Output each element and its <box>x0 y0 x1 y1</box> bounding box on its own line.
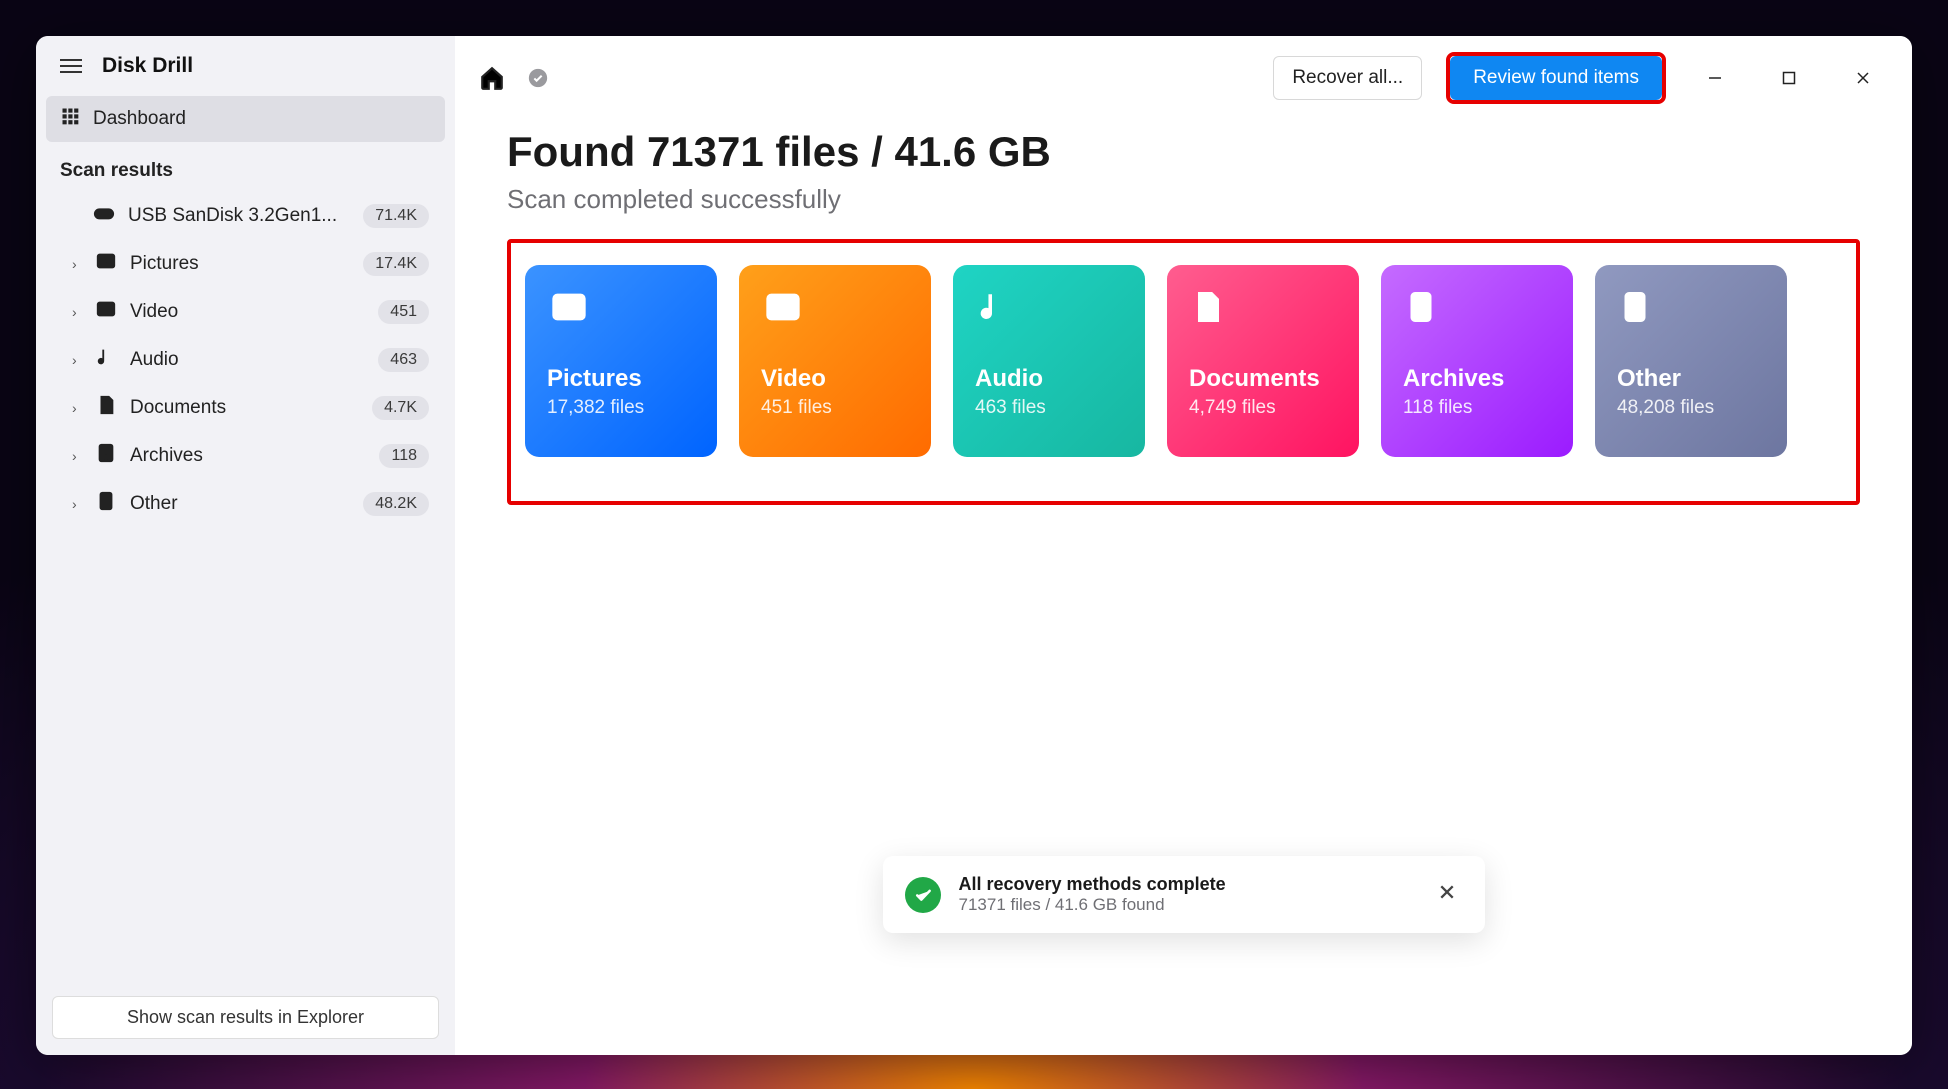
sidebar-section-scan-results: Scan results <box>36 146 455 192</box>
sidebar-item-audio[interactable]: › Audio 463 <box>46 336 445 384</box>
usb-drive-icon <box>92 202 116 230</box>
card-title: Documents <box>1189 365 1337 393</box>
card-subtitle: 463 files <box>975 397 1123 419</box>
content: Found 71371 files / 41.6 GB Scan complet… <box>455 120 1912 505</box>
chevron-right-icon: › <box>72 400 82 416</box>
check-circle-icon <box>905 877 941 913</box>
sidebar-item-label: Archives <box>130 445 367 467</box>
app-window: Disk Drill Dashboard Scan results USB Sa… <box>36 36 1912 1055</box>
app-title: Disk Drill <box>102 54 193 78</box>
highlight-annotation: Review found items <box>1446 52 1666 104</box>
sidebar-item-label: Dashboard <box>93 108 186 130</box>
sidebar-item-dashboard[interactable]: Dashboard <box>46 96 445 142</box>
audio-icon <box>94 346 118 374</box>
sidebar-item-archives[interactable]: › Archives 118 <box>46 432 445 480</box>
picture-icon <box>94 250 118 278</box>
chevron-right-icon: › <box>72 352 82 368</box>
picture-icon <box>547 287 695 327</box>
sidebar-item-other[interactable]: › Other 48.2K <box>46 480 445 528</box>
card-subtitle: 48,208 files <box>1617 397 1765 419</box>
toast-notification: All recovery methods complete 71371 file… <box>883 856 1485 933</box>
minimize-button[interactable] <box>1690 60 1740 96</box>
file-icon <box>1617 287 1765 327</box>
video-icon <box>761 287 909 327</box>
recover-all-button[interactable]: Recover all... <box>1273 56 1422 100</box>
chevron-right-icon: › <box>72 256 82 272</box>
sidebar-item-count: 451 <box>378 300 429 324</box>
sidebar-footer: Show scan results in Explorer <box>36 980 455 1055</box>
card-title: Archives <box>1403 365 1551 393</box>
page-subtitle: Scan completed successfully <box>507 184 1860 215</box>
video-icon <box>94 298 118 326</box>
sidebar-item-count: 71.4K <box>363 204 429 228</box>
chevron-right-icon: › <box>72 304 82 320</box>
sidebar-item-pictures[interactable]: › Pictures 17.4K <box>46 240 445 288</box>
sidebar-item-video[interactable]: › Video 451 <box>46 288 445 336</box>
archive-icon <box>94 442 118 470</box>
card-subtitle: 17,382 files <box>547 397 695 419</box>
sidebar-item-label: Other <box>130 493 351 515</box>
page-title: Found 71371 files / 41.6 GB <box>507 128 1860 176</box>
hamburger-icon[interactable] <box>60 59 82 73</box>
sidebar-item-count: 48.2K <box>363 492 429 516</box>
file-icon <box>94 490 118 518</box>
toast-subtitle: 71371 files / 41.6 GB found <box>959 895 1413 915</box>
sidebar-item-label: Audio <box>130 349 366 371</box>
card-title: Video <box>761 365 909 393</box>
toast-close-button[interactable] <box>1431 880 1463 909</box>
sidebar-header: Disk Drill <box>36 36 455 96</box>
card-audio[interactable]: Audio 463 files <box>953 265 1145 457</box>
sidebar-item-label: Video <box>130 301 366 323</box>
main-panel: Recover all... Review found items Found … <box>455 36 1912 1055</box>
audio-icon <box>975 287 1123 327</box>
sidebar-item-usb[interactable]: USB SanDisk 3.2Gen1... 71.4K <box>46 192 445 240</box>
sidebar-item-label: Pictures <box>130 253 351 275</box>
close-button[interactable] <box>1838 60 1888 96</box>
sidebar-item-count: 4.7K <box>372 396 429 420</box>
chevron-right-icon: › <box>72 496 82 512</box>
sidebar-item-count: 463 <box>378 348 429 372</box>
sidebar-item-label: Documents <box>130 397 360 419</box>
card-documents[interactable]: Documents 4,749 files <box>1167 265 1359 457</box>
toast-title: All recovery methods complete <box>959 874 1413 895</box>
document-icon <box>1189 287 1337 327</box>
chevron-right-icon: › <box>72 448 82 464</box>
card-video[interactable]: Video 451 files <box>739 265 931 457</box>
home-icon[interactable] <box>479 65 505 91</box>
card-title: Audio <box>975 365 1123 393</box>
sidebar-item-count: 17.4K <box>363 252 429 276</box>
sidebar: Disk Drill Dashboard Scan results USB Sa… <box>36 36 455 1055</box>
grid-icon <box>60 106 80 132</box>
card-subtitle: 451 files <box>761 397 909 419</box>
card-other[interactable]: Other 48,208 files <box>1595 265 1787 457</box>
sidebar-item-count: 118 <box>379 444 429 468</box>
card-subtitle: 4,749 files <box>1189 397 1337 419</box>
card-pictures[interactable]: Pictures 17,382 files <box>525 265 717 457</box>
cards-highlight-annotation: Pictures 17,382 files Video 451 files Au… <box>507 239 1860 505</box>
card-title: Pictures <box>547 365 695 393</box>
sidebar-item-documents[interactable]: › Documents 4.7K <box>46 384 445 432</box>
archive-icon <box>1403 287 1551 327</box>
review-found-items-button[interactable]: Review found items <box>1450 56 1662 100</box>
sidebar-item-label: USB SanDisk 3.2Gen1... <box>128 205 351 227</box>
topbar: Recover all... Review found items <box>455 36 1912 120</box>
show-in-explorer-button[interactable]: Show scan results in Explorer <box>52 996 439 1039</box>
card-subtitle: 118 files <box>1403 397 1551 419</box>
card-title: Other <box>1617 365 1765 393</box>
maximize-button[interactable] <box>1764 60 1814 96</box>
document-icon <box>94 394 118 422</box>
card-archives[interactable]: Archives 118 files <box>1381 265 1573 457</box>
check-circle-icon[interactable] <box>527 67 549 89</box>
